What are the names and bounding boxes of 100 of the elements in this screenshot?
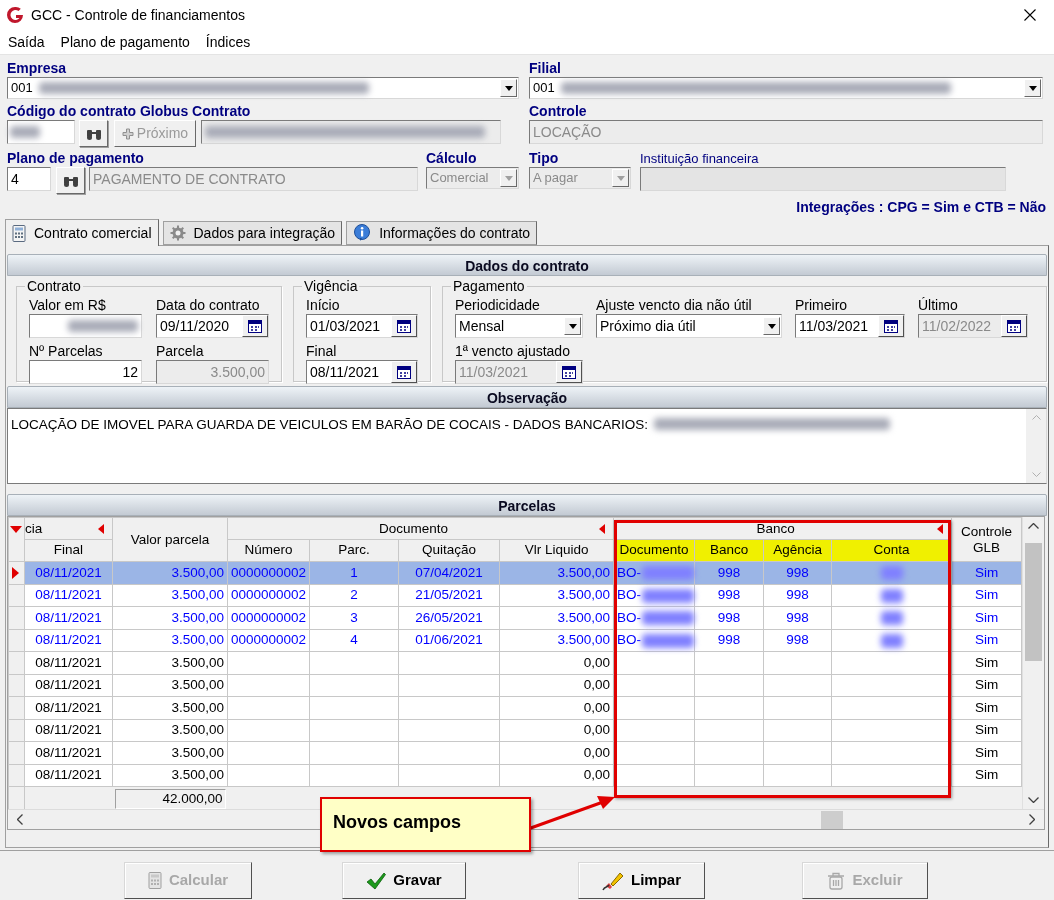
chevron-down-icon [1028,797,1040,803]
table-cell: 08/11/2021 [24,606,113,629]
text-field[interactable] [7,120,75,144]
table-row[interactable]: 08/11/2021 3.500,00 0000000002 3 26/05/2021 3.500,00 BO- 998 998 Sim [8,606,1022,629]
tab[interactable]: Dados para integração [162,221,343,245]
table-row[interactable]: 08/11/2021 3.500,00 0,00 Sim [8,651,1022,674]
text-field[interactable]: 12 [29,360,142,384]
scrollbar[interactable] [1022,517,1044,809]
blurred-text [642,611,695,626]
menu-item[interactable]: Índices [205,31,251,53]
field-label: Parcela [156,343,205,360]
blurred-text [642,633,695,648]
table-row[interactable]: 08/11/2021 3.500,00 0,00 Sim [8,719,1022,742]
section-header: Parcelas [7,494,1047,516]
table-row[interactable]: 08/11/2021 3.500,00 0000000002 4 01/06/2021 3.500,00 BO- 998 998 Sim [8,629,1022,652]
table-cell: Sim [951,764,1022,787]
binoculars-icon [62,174,79,187]
dropdown-button[interactable] [763,317,780,335]
calendar-button[interactable] [242,315,268,337]
field-label: Código do contrato Globus Contrato [7,103,252,120]
text-field[interactable] [29,314,142,338]
dropdown-field[interactable]: Próximo dia útil [596,314,782,338]
calendar-icon [397,319,411,333]
row-pointer-icon [12,566,19,579]
group-title: Contrato [26,277,82,296]
search-button[interactable] [56,167,85,194]
table-cell: 3.500,00 [112,606,228,629]
table-row[interactable]: 08/11/2021 3.500,00 0,00 Sim [8,741,1022,764]
close-icon [1024,9,1036,21]
column-header[interactable]: cia [24,517,113,540]
text-field[interactable] [640,167,1006,191]
table-cell: 0,00 [499,764,614,787]
dropdown-button[interactable] [1024,79,1041,97]
field-label: Empresa [7,60,68,77]
dropdown-button[interactable] [564,317,581,335]
menu-item[interactable]: Saída [8,31,45,53]
action-button[interactable]: Limpar [578,862,705,899]
date-field[interactable]: 08/11/2021 [306,360,418,384]
dropdown-field[interactable]: 001 [7,77,519,99]
table-cell: 4 [309,629,399,652]
menu-item[interactable]: Plano de pagamento [60,31,190,53]
table-cell: 08/11/2021 [24,696,113,719]
table-row[interactable]: 08/11/2021 3.500,00 0,00 Sim [8,696,1022,719]
date-field[interactable]: 09/11/2020 [156,314,269,338]
group-title: Pagamento [452,277,526,296]
table-cell: 998 [694,584,764,607]
table-cell [694,719,764,742]
sort-marker-icon [937,523,944,534]
dropdown-field[interactable]: Mensal [455,314,583,338]
text-field[interactable] [201,120,501,144]
text-area[interactable]: LOCAÇÃO DE IMOVEL PARA GUARDA DE VEICULOS EM BARÃO DE COCAIS - DADOS BANCARIOS: [7,408,1047,484]
table-cell: Sim [951,674,1022,697]
field-label: Início [306,297,341,314]
table-row[interactable]: 08/11/2021 3.500,00 0,00 Sim [8,764,1022,787]
action-button[interactable]: Gravar [342,862,466,899]
dropdown-button[interactable] [500,79,517,97]
table-row[interactable]: 08/11/2021 3.500,00 0000000002 2 21/05/2021 3.500,00 BO- 998 998 Sim [8,584,1022,607]
blurred-text [880,588,903,603]
calendar-button[interactable] [391,315,417,337]
date-field[interactable]: 01/03/2021 [306,314,418,338]
table-cell: 998 [763,561,832,584]
sort-marker-icon [599,523,606,534]
table-row[interactable]: 08/11/2021 3.500,00 0000000002 1 07/04/2021 3.500,00 BO- 998 998 Sim [8,561,1022,584]
column-header[interactable]: Controle GLB [951,517,1022,562]
field-label: Nº Parcelas [29,343,104,360]
calendar-icon [248,319,262,333]
table-cell: 26/05/2021 [398,606,500,629]
calendar-button[interactable] [391,361,417,383]
table-cell: 3.500,00 [499,561,614,584]
date-field[interactable]: 11/03/2021 [795,314,905,338]
chevron-up-icon [1028,523,1040,529]
observation-text: LOCAÇÃO DE IMOVEL PARA GUARDA DE VEICULOS EM BARÃO DE COCAIS - DADOS BANCARIOS: [11,416,648,434]
search-button[interactable] [79,120,108,147]
column-header[interactable]: Documento [227,517,614,540]
table-cell: 0000000002 [227,606,310,629]
table-cell [694,764,764,787]
tab[interactable]: Informações do contrato [346,221,538,245]
dropdown-field[interactable]: 001 [529,77,1043,99]
table-row[interactable]: 08/11/2021 3.500,00 0,00 Sim [8,674,1022,697]
table-cell: 0000000002 [227,561,310,584]
scroll-thumb[interactable] [1025,543,1043,661]
text-field[interactable]: 4 [7,167,51,191]
table-cell [763,651,832,674]
table-cell: 3.500,00 [112,741,228,764]
calendar-button[interactable] [878,315,904,337]
callout: Novos campos [320,797,531,852]
column-header[interactable]: Valor parcela [112,517,228,562]
table-cell: 08/11/2021 [24,584,113,607]
field-label: Cálculo [426,150,478,167]
scrollbar[interactable] [1026,409,1046,483]
tab[interactable]: Contrato comercial [5,219,159,246]
calculator-icon [12,224,26,242]
column-header[interactable]: Banco [613,517,952,540]
table-cell: Sim [951,561,1022,584]
field-label: Último [918,297,959,314]
check-icon [366,871,387,890]
table-cell: 998 [763,629,832,652]
table-cell: 08/11/2021 [24,764,113,787]
scroll-thumb[interactable] [821,810,843,829]
caret-icon [568,323,577,329]
